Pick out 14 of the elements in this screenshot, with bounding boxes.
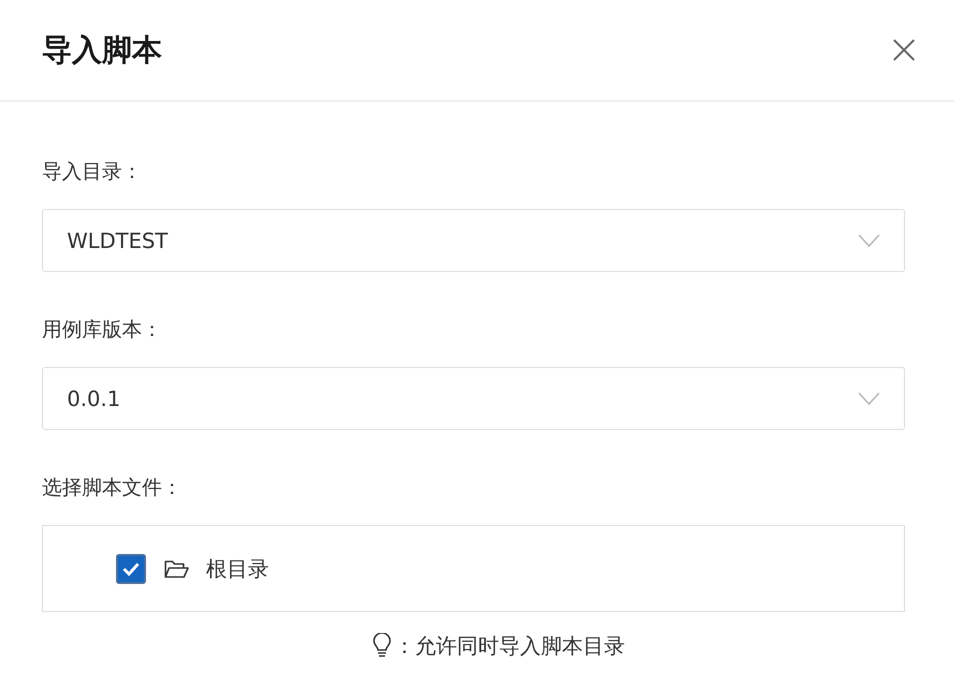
select-field[interactable]: WLDTEST bbox=[42, 209, 905, 272]
hint-text: ：允许同时导入脚本目录 bbox=[394, 633, 625, 660]
folder-icon bbox=[164, 558, 189, 578]
dialog-title: 导入脚本 bbox=[42, 32, 162, 70]
checkbox[interactable] bbox=[116, 554, 146, 584]
field-label: 选择脚本文件： bbox=[42, 475, 182, 499]
lightbulb-icon bbox=[372, 633, 392, 659]
field-label: 导入目录： bbox=[42, 159, 142, 183]
chevron-down-icon bbox=[858, 234, 880, 248]
field-label: 用例库版本： bbox=[42, 317, 162, 341]
checkmark-icon bbox=[122, 562, 140, 576]
chevron-down-icon bbox=[858, 392, 880, 406]
tree-item-label[interactable]: 根目录 bbox=[206, 554, 269, 582]
select-field[interactable]: 0.0.1 bbox=[42, 367, 905, 430]
